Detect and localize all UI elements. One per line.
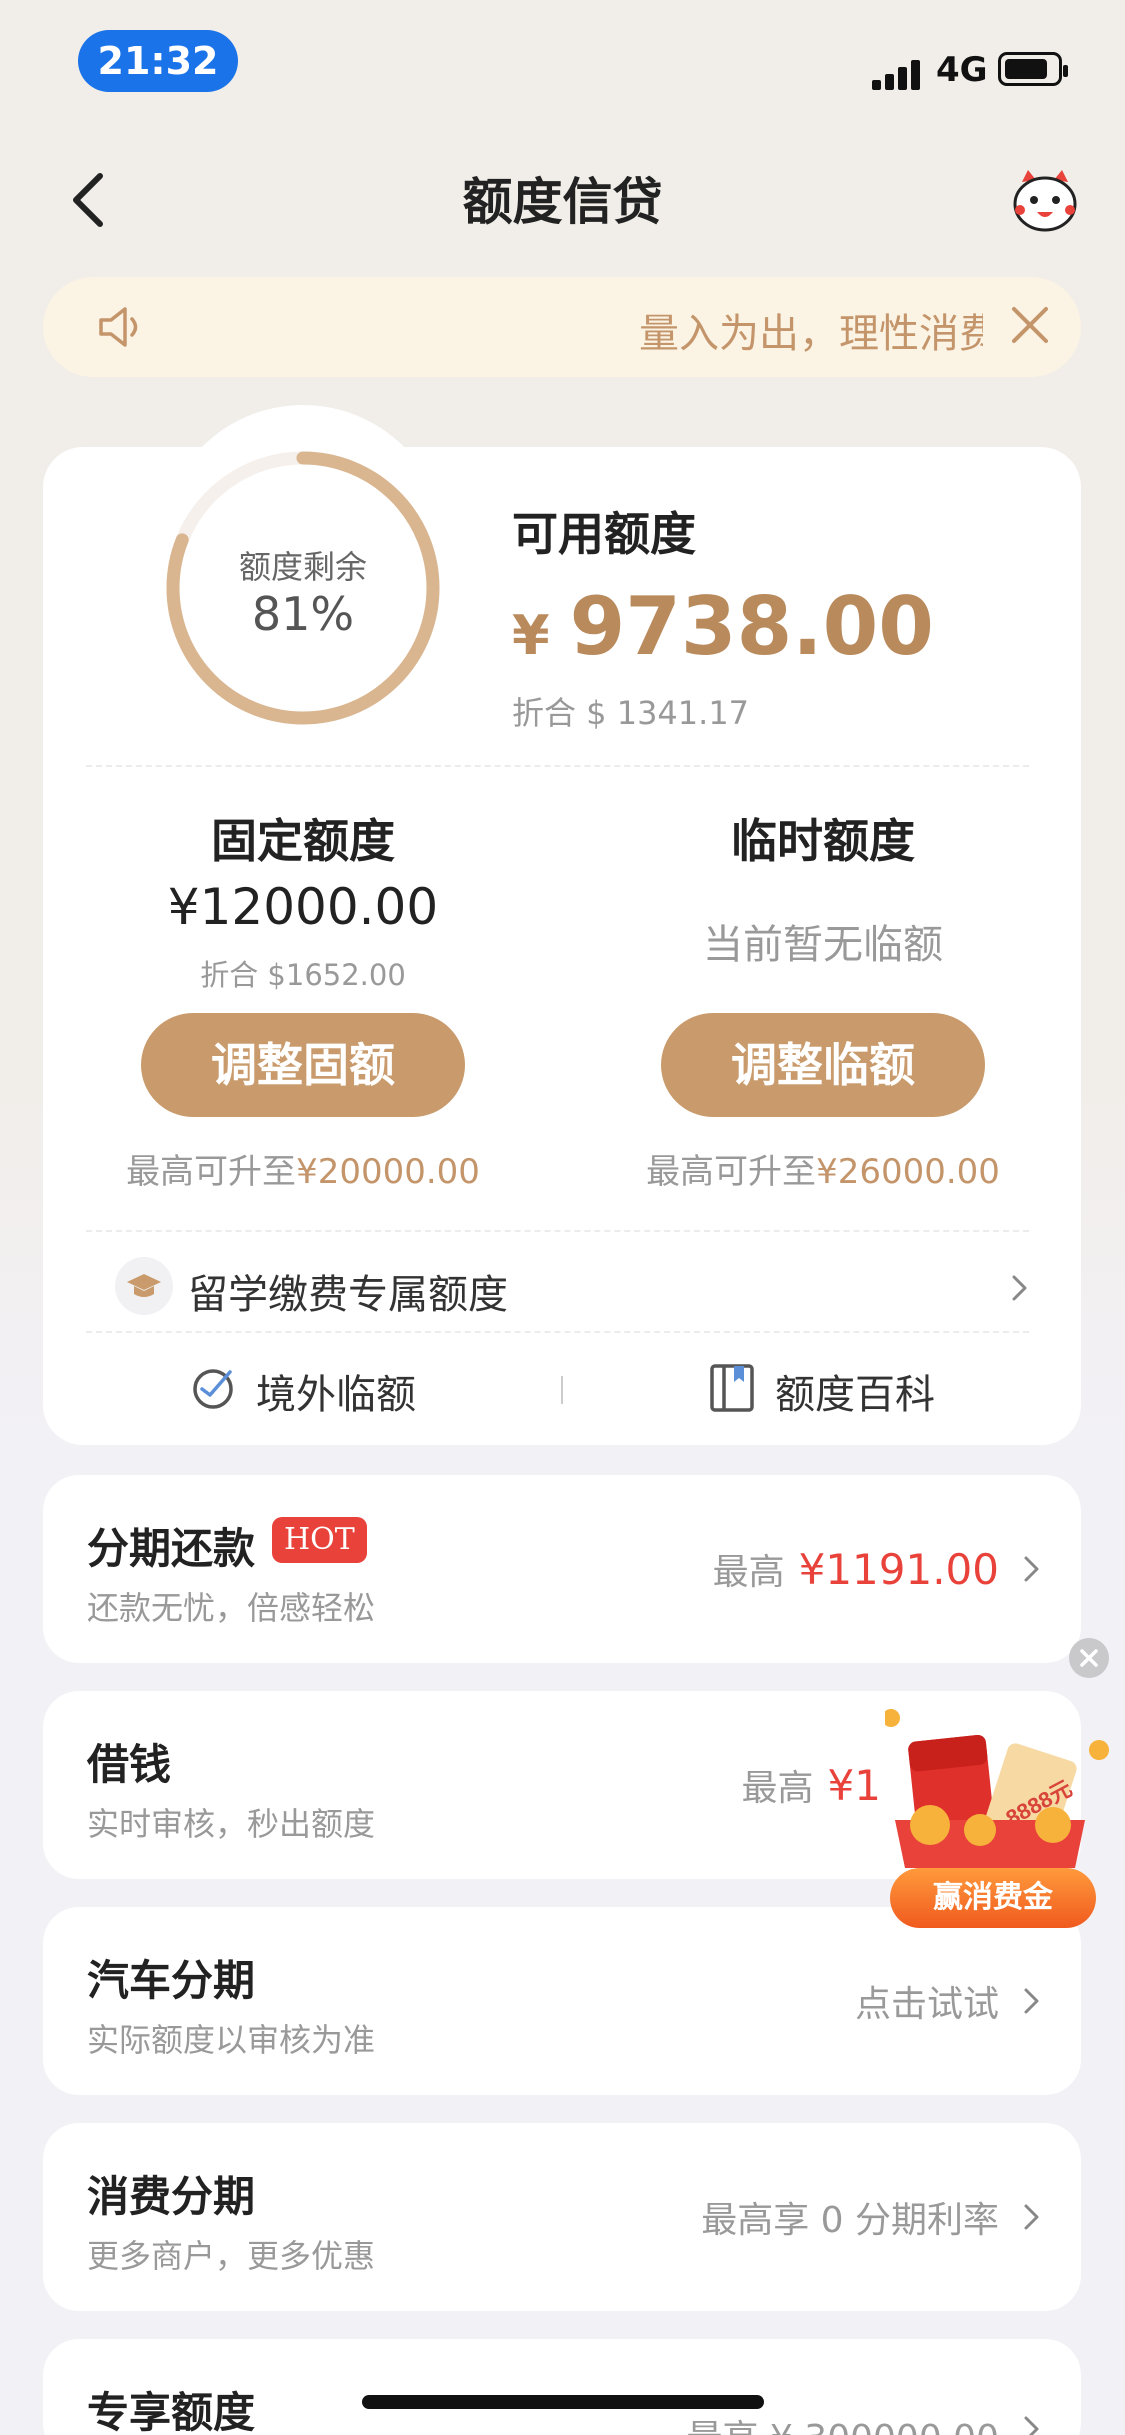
list-item-consumer-installment[interactable]: 消费分期 更多商户，更多优惠 最高享 0 分期利率 xyxy=(43,2123,1081,2311)
fixed-max-line: 最高可升至¥20000.00 xyxy=(93,1144,513,1193)
hot-badge: HOT xyxy=(272,1517,367,1563)
list-item-car-installment[interactable]: 汽车分期 实际额度以审核为准 点击试试 xyxy=(43,1907,1081,2095)
ring-label: 额度剩余 xyxy=(238,548,367,586)
available-usd: 折合 $ 1341.17 xyxy=(512,694,750,732)
chevron-right-icon xyxy=(1024,1556,1039,1582)
max-prefix: 最高可升至 xyxy=(126,1152,297,1192)
list-item-title: 汽车分期 xyxy=(87,1956,256,2005)
list-item-value: 最高 ¥ 300000.00 xyxy=(687,2409,999,2435)
divider xyxy=(86,765,1029,767)
temp-max-line: 最高可升至¥26000.00 xyxy=(613,1144,1033,1193)
max-amount: ¥1 xyxy=(827,1761,881,1810)
graduation-cap-icon xyxy=(115,1257,173,1315)
plane-globe-icon xyxy=(193,1369,233,1409)
max-prefix: 最高 xyxy=(741,1768,814,1809)
speaker-icon xyxy=(99,307,138,347)
adjust-fixed-button[interactable]: 调整固额 xyxy=(141,1013,465,1117)
chevron-right-icon[interactable] xyxy=(1010,1274,1030,1302)
list-item-value: 最高享 0 分期利率 xyxy=(701,2200,999,2241)
max-prefix: 最高 xyxy=(712,1552,785,1593)
home-indicator[interactable] xyxy=(362,2395,764,2409)
fixed-limit-title: 固定额度 xyxy=(211,814,395,868)
promo-label[interactable]: 赢消费金 xyxy=(890,1868,1096,1928)
available-limit-amount: ¥9738.00 xyxy=(512,580,934,673)
battery-icon xyxy=(998,52,1068,86)
divider xyxy=(561,1376,563,1404)
signal-icon xyxy=(872,56,922,90)
study-abroad-limit[interactable]: 留学缴费专属额度 xyxy=(188,1262,508,1320)
book-icon xyxy=(710,1364,754,1412)
list-item-value: 点击试试 xyxy=(854,1984,999,2025)
list-item-subtitle: 更多商户，更多优惠 xyxy=(87,2237,376,2275)
list-item-subtitle: 实际额度以审核为准 xyxy=(87,2021,376,2059)
list-item-title: 借钱 xyxy=(87,1740,172,1789)
list-item-installment-repay[interactable]: 分期还款 HOT 还款无忧，倍感轻松 最高 ¥1191.00 xyxy=(43,1475,1081,1663)
close-icon[interactable] xyxy=(1010,305,1050,345)
close-icon xyxy=(1080,1649,1098,1667)
promo-close-button[interactable] xyxy=(1069,1638,1109,1678)
list-item-title: 专享额度 xyxy=(87,2388,256,2435)
page-title: 额度信贷 xyxy=(462,173,663,231)
available-amount-value: 9738.00 xyxy=(569,580,934,673)
divider xyxy=(86,1331,1029,1333)
list-item-value: 最高 ¥1 xyxy=(742,1759,881,1811)
fixed-limit-amount: ¥12000.00 xyxy=(167,878,439,936)
temp-max-amount: ¥26000.00 xyxy=(816,1152,1000,1192)
list-item-title: 消费分期 xyxy=(87,2172,256,2221)
list-item-exclusive-limit[interactable]: 专享额度 最高 ¥ 300000.00 xyxy=(43,2339,1081,2435)
list-item-subtitle: 实时审核，秒出额度 xyxy=(87,1805,376,1843)
chevron-right-icon xyxy=(1024,2204,1039,2230)
fixed-limit-usd: 折合 $1652.00 xyxy=(200,958,406,992)
notice-text: 量入为出，理性消费 xyxy=(639,311,983,357)
chevron-right-icon xyxy=(1024,2416,1039,2435)
max-prefix: 最高可升至 xyxy=(646,1152,817,1192)
list-item-subtitle: 还款无忧，倍感轻松 xyxy=(87,1589,376,1627)
adjust-temp-button[interactable]: 调整临额 xyxy=(661,1013,985,1117)
temp-limit-title: 临时额度 xyxy=(731,814,915,868)
notice-bar: 量入为出，理性消费 xyxy=(43,277,1081,377)
available-limit-title: 可用额度 xyxy=(512,507,696,561)
overseas-temp-limit-link[interactable]: 境外临额 xyxy=(256,1362,416,1420)
divider xyxy=(86,1230,1029,1232)
limit-wiki-link[interactable]: 额度百科 xyxy=(775,1362,935,1420)
chevron-right-icon xyxy=(1024,1988,1039,2014)
network-type: 4G xyxy=(936,50,988,90)
ring-percent: 81% xyxy=(251,587,355,641)
max-amount: ¥1191.00 xyxy=(798,1545,999,1594)
fixed-max-amount: ¥20000.00 xyxy=(296,1152,480,1192)
list-item-title: 分期还款 xyxy=(87,1524,256,1573)
temp-limit-status: 当前暂无临额 xyxy=(703,922,943,968)
mascot-icon[interactable] xyxy=(1010,168,1080,232)
status-time: 21:32 xyxy=(78,30,238,92)
currency-symbol: ¥ xyxy=(512,604,550,667)
list-item-value: 最高 ¥1191.00 xyxy=(713,1543,999,1595)
